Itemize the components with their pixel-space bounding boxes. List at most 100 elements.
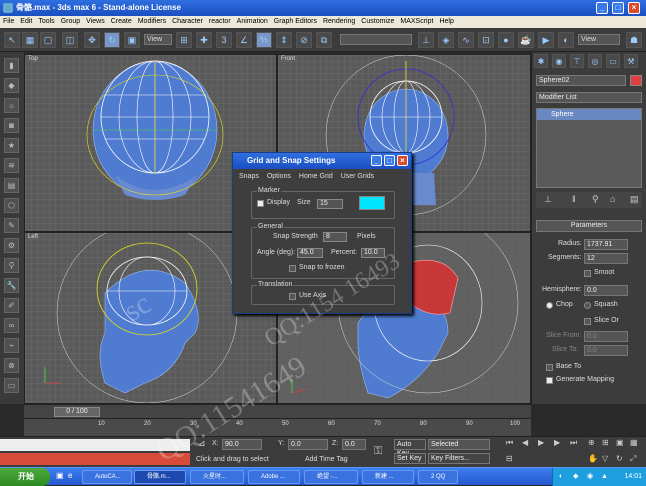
task-qq[interactable]: 2 QQ [418,470,458,484]
size-spinner[interactable]: 15 [317,199,343,209]
quicklaunch-ie-icon[interactable]: e [68,471,72,480]
spinner-snap-icon[interactable]: ⇕ [276,32,292,48]
menu-animation[interactable]: Animation [234,18,271,25]
hierarchy-tab-icon[interactable]: ⊤ [570,54,584,68]
percent-spinner[interactable]: 10.0 [361,248,385,258]
fov-icon[interactable]: ▽ [602,454,608,463]
squash-radio[interactable] [584,302,591,309]
render-type-icon[interactable]: ◐ [558,32,574,48]
menu-character[interactable]: Character [169,18,206,25]
task-huoxing[interactable]: 火星时... [190,470,244,484]
key-icon[interactable]: ⚿ [374,445,382,458]
start-button[interactable]: 开始 [0,468,50,486]
dialog-maximize-button[interactable]: □ [384,155,395,166]
menu-customize[interactable]: Customize [358,18,397,25]
go-to-end-icon[interactable]: ⏭ [570,438,577,448]
lights-icon[interactable]: ☼ [4,98,19,113]
curve-editor-icon[interactable]: ∿ [458,32,474,48]
percent-snap-icon[interactable]: % [256,32,272,48]
base-to-pivot-checkbox[interactable] [546,364,553,371]
remove-modifier-icon[interactable]: ⌂ [610,194,615,204]
spacewarps-icon[interactable]: ≋ [4,158,19,173]
compound-icon[interactable]: ⬡ [4,198,19,213]
snap-strength-spinner[interactable]: 8 [323,232,347,242]
utilities-icon[interactable]: ⚙ [4,238,19,253]
material-editor-icon[interactable]: ● [498,32,514,48]
cameras-icon[interactable]: ◙ [4,118,19,133]
menu-tools[interactable]: Tools [35,18,57,25]
configure-sets-icon[interactable]: ▤ [630,194,639,205]
x-coord-field[interactable]: 90.0 [222,439,262,450]
dialog-minimize-button[interactable]: _ [371,155,382,166]
task-juewang[interactable]: 绝望 -... [304,470,358,484]
slice-to-spinner[interactable]: 0.0 [584,345,628,356]
menu-group[interactable]: Group [58,18,83,25]
wrench-icon[interactable]: 🔧 [4,278,19,293]
maxscript-listener[interactable] [0,439,190,451]
z-coord-field[interactable]: 0.0 [342,439,366,450]
mirror-icon[interactable]: ⧉ [316,32,332,48]
bind-icon[interactable]: ⊗ [4,358,19,373]
align-icon[interactable]: ⊥ [418,32,434,48]
hemisphere-spinner[interactable]: 0.0 [584,285,628,296]
selected-dropdown[interactable]: Selected [428,439,490,450]
add-time-tag-button[interactable]: Add Time Tag [305,456,348,463]
maxscript-mini-listener[interactable] [0,453,190,465]
smooth-checkbox[interactable] [584,270,591,277]
link-icon[interactable]: ∞ [4,318,19,333]
marker-color-swatch[interactable] [359,196,385,210]
menu-reactor[interactable]: reactor [206,18,234,25]
set-key-button[interactable]: Set Key [394,453,426,464]
scale-icon[interactable]: ▣ [124,32,140,48]
render-view-dropdown[interactable]: View [578,34,620,45]
paint-icon[interactable]: ✐ [4,298,19,313]
reference-coord-dropdown[interactable]: View [144,34,172,45]
tab-snaps[interactable]: Snaps [239,173,259,180]
chop-radio[interactable] [546,302,553,309]
render-scene-icon[interactable]: ☕ [518,32,534,48]
select-manipulate-icon[interactable]: ✚ [196,32,212,48]
modify-tab-icon[interactable]: ◉ [552,54,566,68]
select-name-icon[interactable]: ▦ [22,32,38,48]
parameters-rollout[interactable]: Parameters [536,220,642,232]
render-last-icon[interactable]: ☗ [626,32,642,48]
menu-edit[interactable]: Edit [17,18,35,25]
slice-from-spinner[interactable]: 0.0 [584,331,628,342]
menu-file[interactable]: File [0,18,17,25]
minimize-button[interactable]: _ [596,2,608,14]
object-color-swatch[interactable] [630,75,642,86]
zoom-extents-icon[interactable]: ▣ [616,438,624,447]
display-icon[interactable]: ▭ [4,378,19,393]
display-checkbox[interactable] [257,200,264,207]
arc-rotate-icon[interactable]: ↻ [616,454,623,463]
show-end-result-icon[interactable]: ‖ [572,194,576,204]
particles-icon[interactable]: ▤ [4,178,19,193]
quicklaunch-desktop-icon[interactable]: ▣ [56,471,64,480]
pin-stack-icon[interactable]: ⊥ [544,194,552,205]
zoom-extents-all-icon[interactable]: ▦ [630,438,638,447]
shapes-icon[interactable]: ◆ [4,78,19,93]
object-name-field[interactable]: Sphere02 [536,75,626,86]
schematic-icon[interactable]: ⊡ [478,32,494,48]
menu-views[interactable]: Views [83,18,108,25]
move-icon[interactable]: ✥ [84,32,100,48]
task-new[interactable]: 新建 ... [362,470,414,484]
motion-tab-icon[interactable]: ◎ [588,54,602,68]
region-select-icon[interactable]: ▢ [40,32,56,48]
tool-icon[interactable]: ✎ [4,218,19,233]
tray-icon[interactable]: ◉ [587,468,593,486]
tray-icon[interactable]: ◆ [573,468,578,486]
modifier-list-dropdown[interactable]: Modifier List [536,92,642,103]
layer-icon[interactable]: ◈ [438,32,454,48]
zoom-icon[interactable]: ⊕ [588,438,595,447]
key-filters-button[interactable]: Key Filters... [428,453,490,464]
task-3dsmax[interactable]: 骨骼.m... [134,470,186,484]
select-arrow-icon[interactable]: ↖ [4,32,20,48]
menu-graph-editors[interactable]: Graph Editors [271,18,320,25]
key-mode-icon[interactable]: ⊟ [506,454,513,463]
angle-snap-icon[interactable]: ∠ [236,32,252,48]
display-tab-icon[interactable]: ▭ [606,54,620,68]
tray-icon[interactable]: ◐ [559,468,563,486]
create-tab-icon[interactable]: ✱ [534,54,548,68]
make-unique-icon[interactable]: ⚲ [592,194,599,205]
